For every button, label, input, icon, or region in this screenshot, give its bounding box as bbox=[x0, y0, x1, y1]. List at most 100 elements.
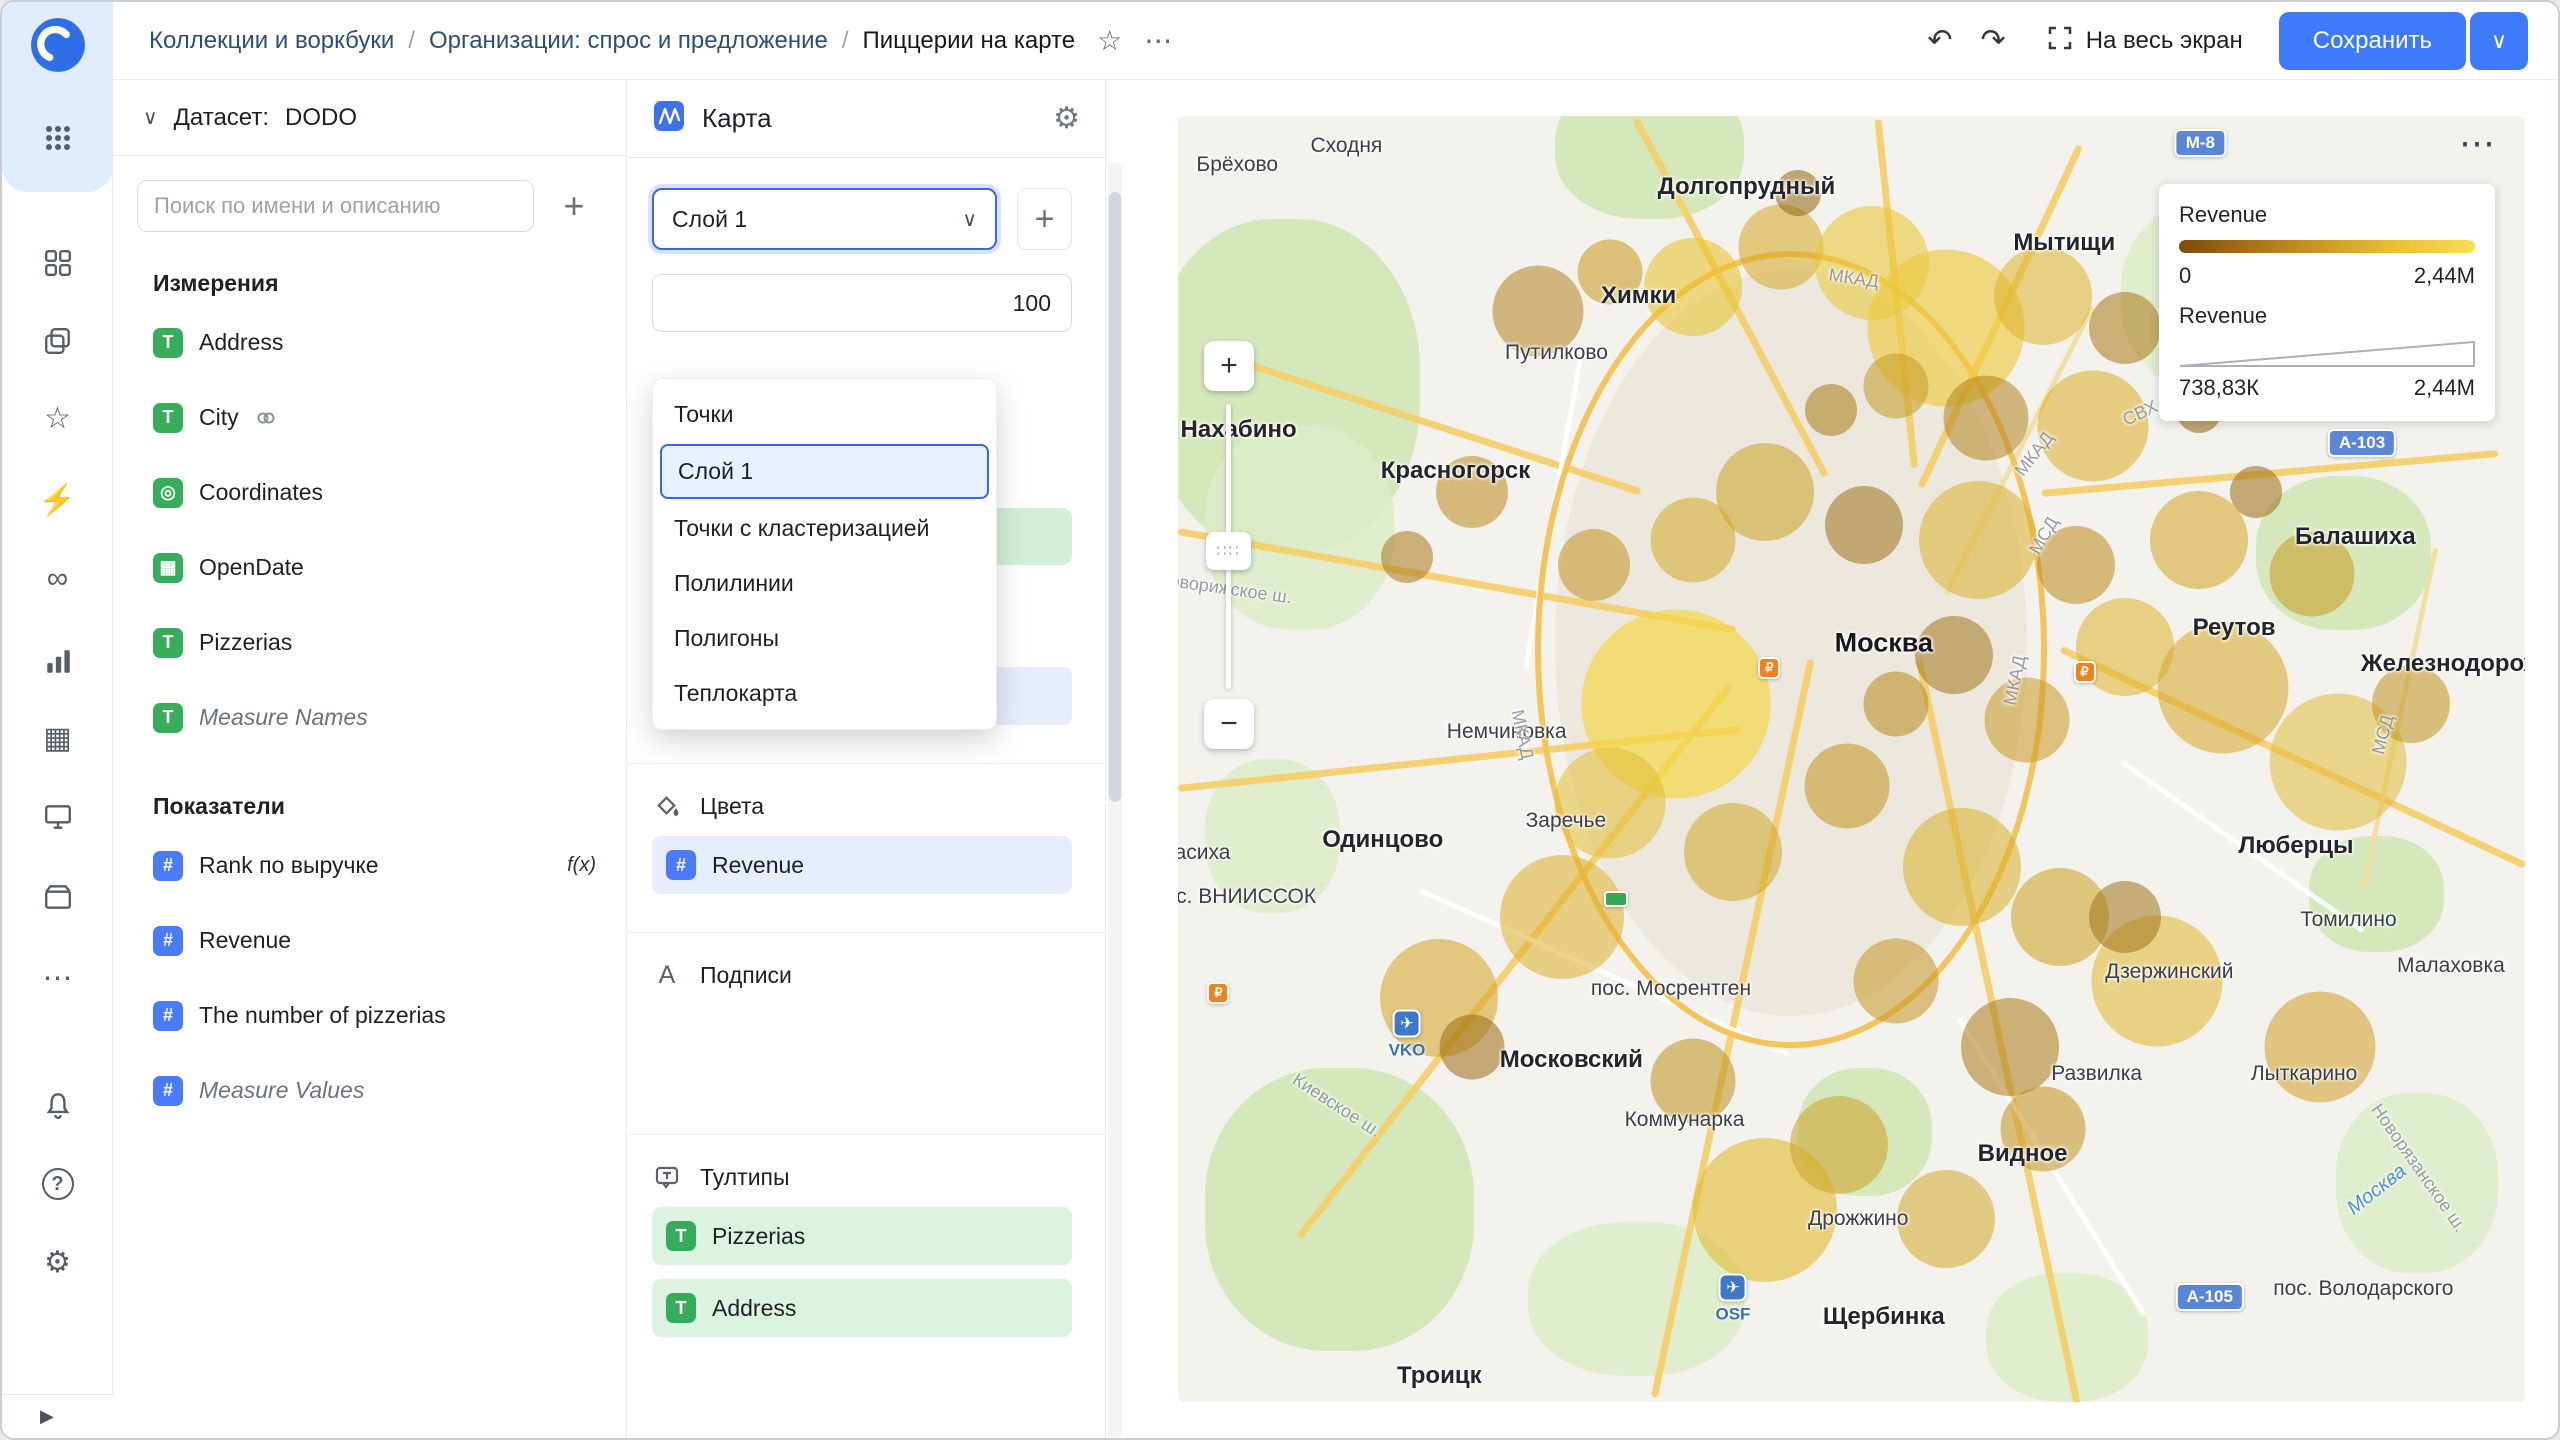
map-label: пасиха bbox=[1178, 840, 1231, 864]
storage-icon[interactable] bbox=[2, 882, 113, 912]
field-label: Measure Names bbox=[199, 704, 368, 730]
dropdown-item-1[interactable]: Точки bbox=[658, 387, 991, 442]
tables-icon[interactable]: ▦ bbox=[2, 724, 113, 754]
add-field-button[interactable]: + bbox=[548, 180, 600, 232]
topbar: Коллекции и воркбуки / Организации: спрос … bbox=[113, 2, 2558, 80]
settings-icon[interactable]: ⚙ bbox=[2, 1248, 113, 1278]
field-revenue[interactable]: # Revenue bbox=[113, 903, 626, 978]
field-rank-по-выручке[interactable]: # Rank по выручке f(x) bbox=[113, 828, 626, 903]
save-dropdown-button[interactable]: ∨ bbox=[2470, 11, 2528, 70]
undo-icon[interactable]: ↶ bbox=[1927, 23, 1952, 58]
dropdown-item-2[interactable]: Слой 1 bbox=[660, 444, 989, 499]
dimension-type-icon: ▦ bbox=[153, 552, 183, 583]
field-label: Rank по выручке bbox=[199, 852, 379, 878]
notifications-icon[interactable] bbox=[2, 1090, 113, 1120]
field-search-input[interactable] bbox=[137, 180, 534, 232]
charts-icon[interactable] bbox=[2, 646, 113, 676]
dropdown-item-5[interactable]: Полигоны bbox=[658, 611, 991, 666]
map-label: МСД bbox=[2368, 712, 2398, 757]
field-label: OpenDate bbox=[199, 554, 304, 580]
chip-revenue[interactable]: # Revenue bbox=[652, 836, 1072, 894]
viz-settings-gear-icon[interactable]: ⚙ bbox=[1053, 101, 1080, 136]
zoom-out-button[interactable]: − bbox=[1204, 699, 1254, 749]
map-canvas[interactable]: Сходня Брёхово Долгопрудный Мытищи Химки Пути… bbox=[1178, 116, 2525, 1402]
fullscreen-icon bbox=[2046, 24, 2074, 57]
formula-icon: f(x) bbox=[567, 854, 596, 876]
rings-icon: ∞ bbox=[46, 562, 69, 595]
map-label: Развилка bbox=[2051, 1062, 2143, 1086]
dropdown-item-6[interactable]: Теплокарта bbox=[658, 666, 991, 721]
field-coordinates[interactable]: ◎ Coordinates bbox=[113, 455, 626, 530]
dropdown-item-3[interactable]: Точки с кластеризацией bbox=[658, 501, 991, 556]
datasets-icon[interactable]: ∞ bbox=[2, 564, 113, 594]
map-label: Путилково bbox=[1505, 340, 1608, 364]
dataset-header[interactable]: ∨ Датасет: DODO bbox=[113, 80, 626, 156]
field-the-number-of-pizzerias[interactable]: # The number of pizzerias bbox=[113, 978, 626, 1053]
collections-icon[interactable] bbox=[2, 326, 113, 356]
map-label: пос. ВНИИССОК bbox=[1178, 884, 1317, 908]
ellipsis-icon: ⋯ bbox=[42, 962, 73, 995]
legend-size-range: 738,83К 2,44М bbox=[2179, 375, 2475, 401]
favorite-star-icon[interactable]: ☆ bbox=[1097, 24, 1122, 57]
scrollbar-thumb[interactable] bbox=[1109, 192, 1121, 802]
chip-label: Address bbox=[712, 1294, 797, 1321]
favorites-icon[interactable]: ☆ bbox=[2, 404, 113, 434]
field-opendate[interactable]: ▦ OpenDate bbox=[113, 530, 626, 605]
viz-content: Слой 1 ∨ + 100 Размер точек #Revenue bbox=[627, 188, 1105, 1337]
dashboards-icon[interactable] bbox=[2, 248, 113, 278]
map-label: Дрожжино bbox=[1808, 1207, 1909, 1231]
zoom-slider-handle[interactable]: ∷∷ bbox=[1206, 532, 1251, 570]
map-more-icon[interactable]: ⋯ bbox=[2459, 122, 2495, 164]
chip-label: Revenue bbox=[712, 851, 805, 878]
field-city[interactable]: T City bbox=[113, 380, 626, 455]
chip-pizzerias[interactable]: T Pizzerias bbox=[652, 1207, 1072, 1265]
save-button[interactable]: Сохранить bbox=[2278, 11, 2466, 70]
dropdown-item-4[interactable]: Полилинии bbox=[658, 556, 991, 611]
breadcrumb-separator: / bbox=[841, 26, 849, 54]
field-address[interactable]: T Address bbox=[113, 305, 626, 380]
add-layer-button[interactable]: + bbox=[1017, 188, 1072, 250]
fullscreen-button[interactable]: На весь экран bbox=[2046, 24, 2243, 57]
section-title-labels: A Подписи bbox=[652, 961, 1080, 990]
measures-list: # Rank по выручке f(x) # Revenue # The number … bbox=[113, 828, 626, 1128]
chip-address[interactable]: T Address bbox=[652, 1279, 1072, 1337]
rail-more-icon[interactable]: ⋯ bbox=[2, 964, 113, 994]
dimension-type-icon: T bbox=[153, 402, 183, 433]
connections-icon[interactable]: ⚡ bbox=[2, 486, 113, 516]
map-label: Долгопрудный bbox=[1657, 172, 1836, 200]
map-label: Новорижское ш. bbox=[1178, 568, 1294, 608]
field-label: Address bbox=[199, 329, 284, 355]
gear-icon: ⚙ bbox=[44, 1246, 71, 1279]
breadcrumb-item[interactable]: Пиццерии на карте bbox=[863, 27, 1076, 55]
redo-icon[interactable]: ↷ bbox=[1981, 23, 2006, 58]
help-icon[interactable]: ? bbox=[2, 1168, 113, 1200]
dimension-type-icon: T bbox=[153, 627, 183, 658]
field-measure-names[interactable]: T Measure Names bbox=[113, 680, 626, 755]
section-label: Подписи bbox=[700, 962, 792, 988]
layer-select[interactable]: Слой 1 ∨ bbox=[652, 188, 997, 250]
map-label: МКАД bbox=[2010, 427, 2058, 480]
zoom-in-button[interactable]: + bbox=[1204, 341, 1254, 391]
viz-panel: Карта ⚙ Слой 1 ∨ + 100 Размер точек # bbox=[627, 80, 1106, 1438]
apps-grid-icon[interactable] bbox=[2, 124, 113, 152]
dataset-name[interactable]: DODO bbox=[285, 104, 357, 132]
monitoring-icon[interactable] bbox=[2, 802, 113, 832]
star-icon: ☆ bbox=[44, 402, 71, 435]
dimension-type-icon: ◎ bbox=[153, 477, 183, 508]
more-options-icon[interactable]: ⋯ bbox=[1144, 24, 1172, 57]
plus-icon: + bbox=[563, 185, 585, 226]
map-label: Малаховка bbox=[2397, 954, 2505, 978]
field-label: Measure Values bbox=[199, 1077, 365, 1103]
rail-collapse-bar[interactable]: ▶ bbox=[2, 1394, 113, 1438]
map-label: Коммунарка bbox=[1624, 1108, 1745, 1132]
labels-drop-area[interactable] bbox=[652, 1006, 1080, 1096]
breadcrumb-item[interactable]: Организации: спрос и предложение bbox=[429, 27, 828, 55]
field-pizzerias[interactable]: T Pizzerias bbox=[113, 605, 626, 680]
legend-color-max: 2,44M bbox=[2413, 263, 2475, 288]
fullscreen-label: На весь экран bbox=[2085, 26, 2243, 54]
breadcrumb-item[interactable]: Коллекции и воркбуки bbox=[149, 27, 394, 55]
layer-opacity-input[interactable]: 100 bbox=[652, 274, 1072, 332]
datalens-logo[interactable] bbox=[29, 16, 87, 74]
field-measure-values[interactable]: # Measure Values bbox=[113, 1053, 626, 1128]
map-label: Сходня bbox=[1310, 133, 1383, 157]
